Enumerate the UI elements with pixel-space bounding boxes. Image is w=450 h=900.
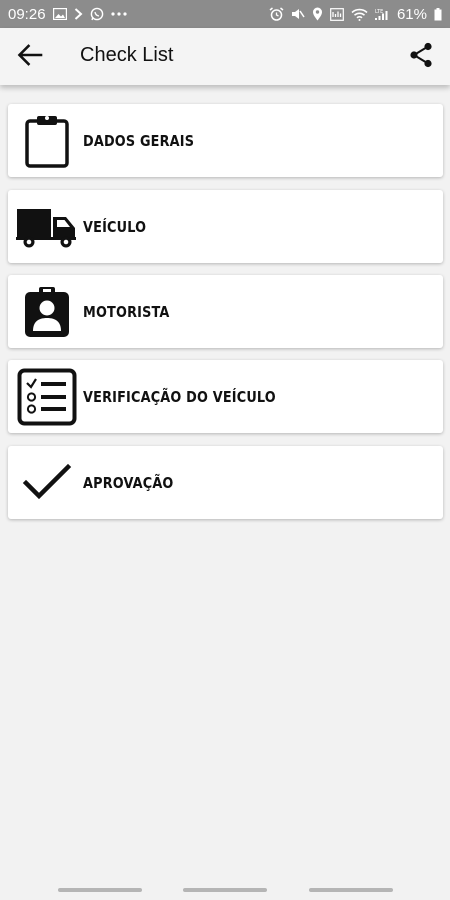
- menu-item-label: VERIFICAÇÃO DO VEÍCULO: [83, 387, 276, 406]
- menu-item-verificacao-do-veiculo[interactable]: VERIFICAÇÃO DO VEÍCULO: [8, 360, 443, 433]
- signal-icon: LTE: [374, 8, 390, 21]
- status-time: 09:26: [8, 5, 46, 23]
- data-saver-icon: [330, 7, 344, 21]
- share-button[interactable]: [406, 42, 436, 72]
- battery-percent: 61%: [396, 5, 427, 23]
- battery-icon: [434, 7, 442, 21]
- driver-badge-icon: [16, 283, 78, 341]
- page-title: Check List: [80, 44, 174, 66]
- clipboard-icon: [16, 112, 78, 170]
- mute-icon: [291, 7, 305, 21]
- menu-item-label: APROVAÇÃO: [83, 473, 174, 492]
- menu-item-motorista[interactable]: MOTORISTA: [8, 275, 443, 348]
- alarm-icon: [269, 7, 284, 21]
- svg-text:LTE: LTE: [375, 9, 383, 15]
- menu-item-label: MOTORISTA: [83, 302, 170, 321]
- navigation-bar: [0, 888, 450, 894]
- menu-item-dados-gerais[interactable]: DADOS GERAIS: [8, 104, 443, 177]
- share-icon: [409, 42, 433, 73]
- arrow-back-icon: [17, 43, 43, 71]
- back-button[interactable]: [14, 42, 46, 72]
- back-nav-button[interactable]: [309, 888, 393, 892]
- location-icon: [312, 7, 323, 21]
- status-left: 09:26: [8, 6, 127, 23]
- home-button[interactable]: [183, 888, 267, 892]
- truck-icon: [16, 198, 78, 256]
- checkmark-icon: [16, 454, 78, 512]
- app-bar: Check List: [0, 28, 450, 85]
- menu-item-label: VEÍCULO: [83, 217, 147, 236]
- menu-item-label: DADOS GERAIS: [83, 131, 195, 150]
- whatsapp-icon: [90, 7, 104, 21]
- image-icon: [52, 8, 67, 20]
- more-dots-icon: [110, 12, 127, 16]
- chevron-right-icon: [74, 8, 83, 20]
- menu-item-aprovacao[interactable]: APROVAÇÃO: [8, 446, 443, 519]
- wifi-icon: [351, 8, 368, 21]
- status-bar: 09:26 LTE 61%: [0, 0, 450, 28]
- recent-apps-button[interactable]: [58, 888, 142, 892]
- status-right: LTE 61%: [269, 6, 442, 23]
- menu-item-veiculo[interactable]: VEÍCULO: [8, 190, 443, 263]
- checklist-icon: [16, 368, 78, 426]
